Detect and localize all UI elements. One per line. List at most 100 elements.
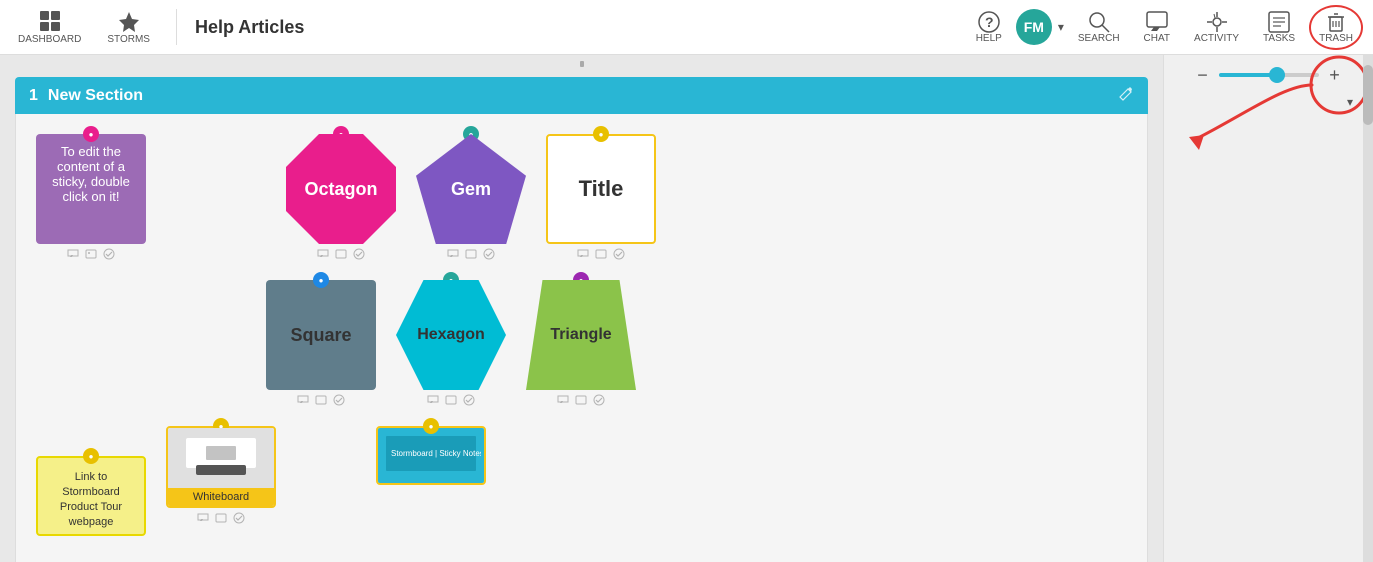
comment-icon xyxy=(427,395,439,405)
svg-text:?: ? xyxy=(985,14,994,30)
chat-nav[interactable]: CHAT xyxy=(1134,7,1180,48)
pin-badge-title: ● xyxy=(593,126,609,142)
sticky-footer-gem xyxy=(447,248,495,260)
trash-icon xyxy=(1325,11,1347,33)
activity-icon xyxy=(1206,11,1228,33)
image-icon xyxy=(575,395,587,405)
help-icon: ? xyxy=(978,11,1000,33)
search-icon xyxy=(1088,11,1110,33)
image-icon xyxy=(595,249,607,259)
activity-nav[interactable]: ACTIVITY xyxy=(1184,7,1249,48)
stickies-row-3: ● Link to Stormboard Product Tour webpag… xyxy=(36,426,1127,536)
sticky-yellow-link[interactable]: ● Link to Stormboard Product Tour webpag… xyxy=(36,456,146,536)
section-number: 1 xyxy=(29,87,38,105)
avatar-dropdown[interactable]: ▾ xyxy=(1058,20,1064,34)
sticky-footer-octagon xyxy=(317,248,365,260)
sticky-text[interactable]: To edit the content of a sticky, double … xyxy=(36,134,146,244)
stormboard-thumb: Stormboard | Sticky Notes xyxy=(378,428,484,483)
sticky-footer-whiteboard xyxy=(197,512,245,524)
user-avatar[interactable]: FM xyxy=(1016,9,1052,45)
stormboard-card[interactable]: Stormboard | Sticky Notes xyxy=(376,426,486,485)
triangle-shape[interactable]: Triangle xyxy=(526,280,636,390)
check-icon xyxy=(483,248,495,260)
stickies-row-2: ● Square ● Hexagon xyxy=(266,280,1127,406)
sticky-square[interactable]: ● Square xyxy=(266,280,376,406)
sticky-stormboard-card[interactable]: ● Stormboard | Sticky Notes xyxy=(376,426,486,485)
panel-dropdown[interactable]: ▾ xyxy=(1347,95,1353,109)
check-icon xyxy=(613,248,625,260)
zoom-slider[interactable] xyxy=(1219,73,1319,77)
sticky-footer-hexagon xyxy=(427,394,475,406)
comment-icon xyxy=(557,395,569,405)
yellow-note[interactable]: Link to Stormboard Product Tour webpage xyxy=(36,456,146,536)
tasks-nav[interactable]: TASKS xyxy=(1253,7,1305,48)
comment-icon xyxy=(577,249,589,259)
sticky-triangle[interactable]: ● Triangle xyxy=(526,280,636,406)
stormboard-preview: Stormboard | Sticky Notes xyxy=(381,431,481,481)
title-card[interactable]: Title xyxy=(546,134,656,244)
help-nav[interactable]: ? HELP xyxy=(966,7,1012,48)
page-title: Help Articles xyxy=(195,17,304,38)
zoom-bar: − + xyxy=(1174,65,1363,85)
whiteboard-title: Whiteboard xyxy=(168,488,274,506)
octagon-shape[interactable]: Octagon xyxy=(286,134,396,244)
image-icon xyxy=(85,249,97,259)
pin-badge-purple: ● xyxy=(83,126,99,142)
pin-badge-stormboard: ● xyxy=(423,418,439,434)
sticky-gem[interactable]: ● Gem xyxy=(416,134,526,260)
check-icon xyxy=(353,248,365,260)
sticky-footer-square xyxy=(297,394,345,406)
pin-badge-yellow-link: ● xyxy=(83,448,99,464)
hexagon-shape[interactable]: Hexagon xyxy=(396,280,506,390)
comment-icon xyxy=(297,395,309,405)
scrollbar[interactable] xyxy=(1363,55,1373,562)
storms-nav[interactable]: STORMS xyxy=(99,6,158,49)
check-icon xyxy=(103,248,115,260)
section-header[interactable]: 1 New Section xyxy=(15,77,1148,114)
sticky-purple[interactable]: ● To edit the content of a sticky, doubl… xyxy=(36,134,146,260)
square-shape[interactable]: Square xyxy=(266,280,376,390)
sticky-hexagon[interactable]: ● Hexagon xyxy=(396,280,506,406)
check-icon xyxy=(333,394,345,406)
gem-shape[interactable]: Gem xyxy=(416,134,526,244)
sticky-title[interactable]: ● Title xyxy=(546,134,656,260)
collapse-hint-icon xyxy=(572,59,592,69)
dashboard-nav[interactable]: DASHBOARD xyxy=(10,6,89,49)
scrollbar-thumb[interactable] xyxy=(1363,65,1373,125)
image-icon xyxy=(445,395,457,405)
trash-nav[interactable]: TRASH xyxy=(1309,5,1363,50)
comment-icon xyxy=(67,249,79,259)
whiteboard-preview xyxy=(181,433,261,483)
main-area: 1 New Section ● To edit the content of a… xyxy=(0,55,1373,562)
comment-icon xyxy=(197,513,209,523)
canvas-area[interactable]: 1 New Section ● To edit the content of a… xyxy=(0,55,1163,562)
section-title: New Section xyxy=(48,87,1108,105)
stickies-row-1: ● To edit the content of a sticky, doubl… xyxy=(36,134,1127,260)
canvas-top-hint xyxy=(0,55,1163,69)
nav-right: ? HELP FM ▾ SEARCH CHAT xyxy=(966,5,1363,50)
sticky-octagon[interactable]: ● Octagon xyxy=(286,134,396,260)
chat-icon xyxy=(1146,11,1168,33)
image-icon xyxy=(315,395,327,405)
sticky-whiteboard[interactable]: ● Whiteboard xyxy=(166,426,276,524)
image-icon xyxy=(215,513,227,523)
sticky-footer-title xyxy=(577,248,625,260)
svg-text:Stormboard | Sticky Notes: Stormboard | Sticky Notes xyxy=(391,449,481,458)
nav-divider xyxy=(176,9,177,45)
whiteboard-thumb xyxy=(168,428,274,488)
comment-icon xyxy=(447,249,459,259)
canvas-content: ● To edit the content of a sticky, doubl… xyxy=(15,114,1148,562)
section-edit-icon[interactable] xyxy=(1118,85,1134,106)
storms-icon xyxy=(118,10,140,32)
right-panel: − + ▾ xyxy=(1163,55,1373,562)
tasks-icon xyxy=(1268,11,1290,33)
whiteboard-card[interactable]: Whiteboard xyxy=(166,426,276,508)
zoom-out-button[interactable]: − xyxy=(1193,65,1213,85)
zoom-in-button[interactable]: + xyxy=(1325,65,1345,85)
check-icon xyxy=(463,394,475,406)
sticky-footer-purple xyxy=(67,248,115,260)
image-icon xyxy=(465,249,477,259)
image-icon xyxy=(335,249,347,259)
search-nav[interactable]: SEARCH xyxy=(1068,7,1130,48)
top-navigation: DASHBOARD STORMS Help Articles ? HELP FM… xyxy=(0,0,1373,55)
